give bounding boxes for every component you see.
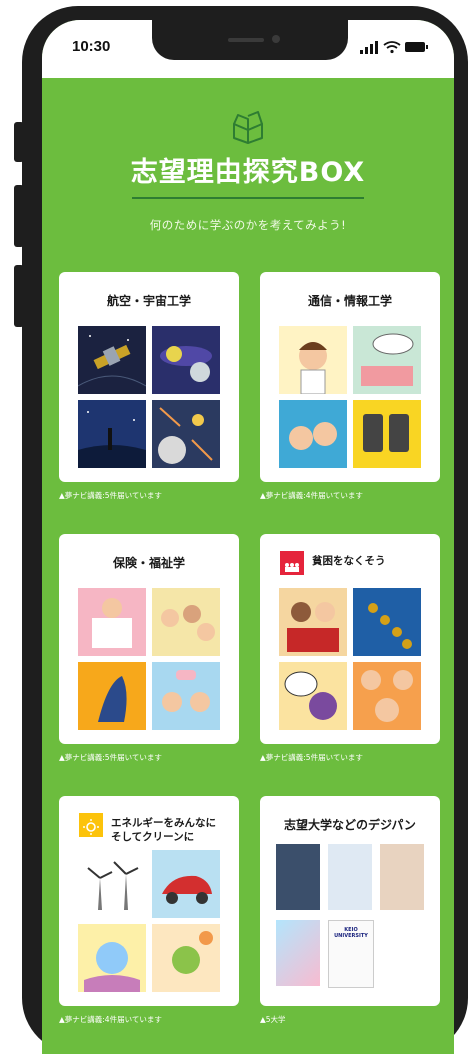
- card-title-line1: エネルギーをみんなに: [111, 817, 216, 829]
- card-university-pamphlets[interactable]: 志望大学などのデジパン KEIO UNIVERSITY: [260, 796, 440, 1006]
- wifi-icon: [383, 41, 401, 54]
- card-caption: ▲夢ナビ講義:5件届いています: [260, 753, 363, 762]
- card-no-poverty[interactable]: 貧困をなくそう: [260, 534, 440, 744]
- electric-car-illustration: [152, 850, 220, 918]
- sdg-goal-7-icon: [79, 813, 103, 837]
- card-thumbnails: [78, 588, 220, 730]
- pamphlet-cover: [328, 844, 372, 910]
- status-time: 10:30: [72, 38, 111, 55]
- faces-illustration: [353, 662, 421, 730]
- solar-panel-illustration: [152, 924, 220, 992]
- pamphlet-cover: [276, 844, 320, 910]
- page-subtitle: 何のために学ぶのかを考えてみよう!: [149, 218, 347, 232]
- card-title: 保険・福祉学: [112, 556, 185, 570]
- smartphone-illustration: [353, 400, 421, 468]
- phone-notch: [152, 20, 348, 60]
- night-sky-illustration: [78, 400, 146, 468]
- energy-character-illustration: [78, 924, 146, 992]
- card-title: 貧困をなくそう: [312, 555, 386, 567]
- title-underline: [132, 197, 364, 199]
- card-title: 通信・情報工学: [307, 294, 392, 308]
- card-telecom[interactable]: 通信・情報工学: [260, 272, 440, 482]
- hospital-illustration: [78, 588, 146, 656]
- card-title: 航空・宇宙工学: [106, 294, 191, 308]
- card-clean-energy[interactable]: エネルギーをみんなに そしてクリーンに: [59, 796, 239, 1006]
- crowd-illustration: [152, 588, 220, 656]
- wind-turbine-illustration: [78, 850, 146, 918]
- status-icons: [360, 41, 428, 54]
- speaker-grille: [228, 38, 264, 42]
- card-thumbnails: [279, 588, 421, 730]
- card-title: エネルギーをみんなに そしてクリーンに: [111, 816, 216, 844]
- card-aerospace[interactable]: 航空・宇宙工学: [59, 272, 239, 482]
- page-title: 志望理由探究BOX: [130, 157, 366, 188]
- card-title: 志望大学などのデジパン: [284, 818, 416, 832]
- pamphlet-cover: [276, 920, 320, 986]
- elderly-illustration: [78, 662, 146, 730]
- box-icon: [233, 111, 263, 144]
- pamphlet-cover-keio: KEIO UNIVERSITY: [328, 920, 374, 988]
- pamphlet-cover: [380, 844, 424, 910]
- meteor-illustration: [152, 400, 220, 468]
- signal-icon: [360, 41, 378, 54]
- card-caption: ▲5大学: [260, 1015, 286, 1024]
- battery-icon: [405, 42, 428, 52]
- world-people-illustration: [279, 588, 347, 656]
- person-illustration: [279, 326, 347, 394]
- coins-illustration: [353, 588, 421, 656]
- card-title-line2: そしてクリーンに: [111, 831, 195, 843]
- card-caption: ▲夢ナビ講義:5件届いています: [59, 491, 162, 500]
- sdg-goal-1-icon: [280, 551, 304, 575]
- card-thumbnails: [78, 326, 220, 468]
- phone-screen: 10:30 志望理由探究BOX 何のために学ぶのかを考えてみよう! 航空・宇宙工…: [42, 20, 454, 1054]
- family-illustration: [279, 400, 347, 468]
- hero-section: 志望理由探究BOX 何のために学ぶのかを考えてみよう!: [42, 108, 454, 233]
- satellite-illustration: [78, 326, 146, 394]
- bedroom-illustration: [353, 326, 421, 394]
- card-thumbnails: [279, 326, 421, 468]
- card-caption: ▲夢ナビ講義:5件届いています: [59, 753, 162, 762]
- front-camera: [272, 35, 280, 43]
- card-caption: ▲夢ナビ講義:4件届いています: [260, 491, 363, 500]
- pamphlet-cover-text: KEIO UNIVERSITY: [334, 927, 368, 939]
- card-thumbnails: [78, 850, 220, 992]
- card-welfare[interactable]: 保険・福祉学: [59, 534, 239, 744]
- galaxy-illustration: [152, 326, 220, 394]
- group-illustration: [152, 662, 220, 730]
- card-caption: ▲夢ナビ講義:4件届いています: [59, 1015, 162, 1024]
- speech-illustration: [279, 662, 347, 730]
